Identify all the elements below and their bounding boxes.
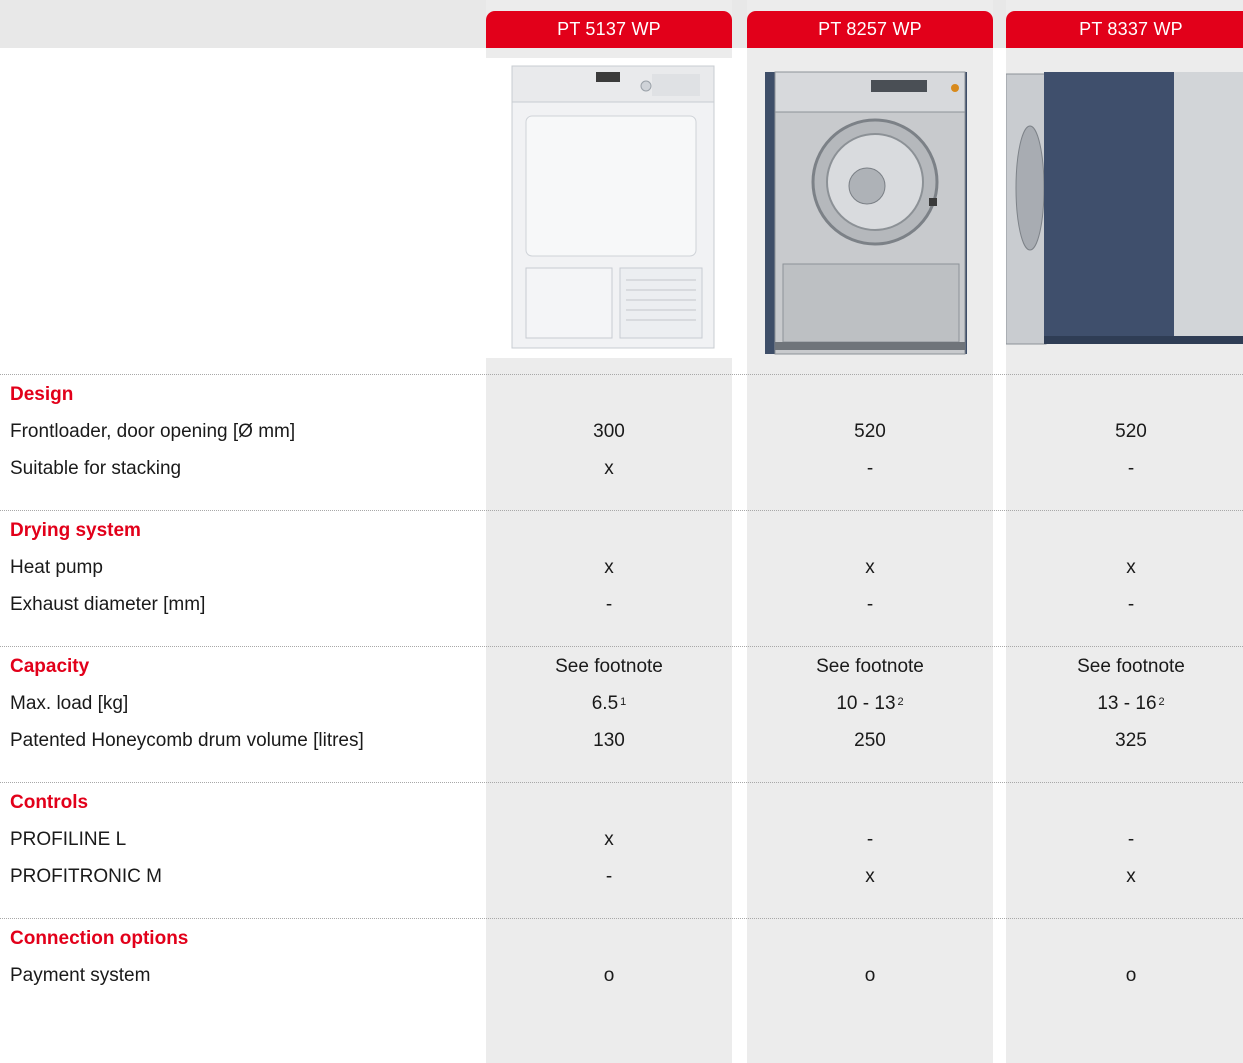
cell-value: -	[605, 866, 613, 887]
cell-value: 6.5 1	[486, 685, 732, 725]
cell-value: -	[1127, 458, 1135, 479]
divider	[0, 646, 1243, 647]
cell-value: -	[1127, 829, 1135, 850]
cell-value: 520	[1115, 421, 1147, 442]
cell-value: 300	[593, 421, 625, 442]
cell-value: See footnote	[816, 656, 924, 677]
value-text: 6.5	[591, 693, 619, 714]
cell-value: -	[1127, 594, 1135, 615]
value-text: 13 - 16	[1097, 693, 1157, 714]
cell-value: See footnote	[555, 656, 663, 677]
cell-value: x	[865, 866, 875, 887]
cell-value: -	[866, 458, 874, 479]
product-image-pt8337	[1006, 72, 1243, 345]
table-row: Payment system o o o	[0, 957, 1243, 994]
cell-value: x	[865, 557, 875, 578]
footnote-marker: 2	[897, 696, 904, 708]
divider	[0, 918, 1243, 919]
product-image-pt8257	[765, 71, 967, 355]
cell-value: x	[604, 829, 614, 850]
product-tab-1[interactable]: PT 5137 WP	[486, 11, 732, 48]
row-label: Suitable for stacking	[10, 458, 182, 479]
cell-value: o	[864, 965, 876, 986]
section-title: Drying system	[10, 520, 141, 541]
footnote-marker: 1	[620, 696, 627, 708]
table-row: PROFILINE L x - -	[0, 821, 1243, 858]
section-title: Capacity	[10, 656, 90, 677]
value-text: 10 - 13	[836, 693, 896, 714]
section-capacity: Capacity See footnote See footnote See f…	[0, 648, 1243, 685]
table-row: Max. load [kg] 6.5 1 10 - 13 2 13 - 16 2	[0, 685, 1243, 722]
section-controls: Controls	[0, 784, 1243, 821]
row-label: Heat pump	[10, 557, 103, 578]
product-tab-2[interactable]: PT 8257 WP	[747, 11, 993, 48]
divider	[0, 782, 1243, 783]
cell-value: -	[866, 829, 874, 850]
table-row: PROFITRONIC M - x x	[0, 858, 1243, 895]
cell-value: o	[1125, 965, 1137, 986]
cell-value: 13 - 16 2	[1006, 685, 1243, 725]
cell-value: 325	[1115, 730, 1147, 751]
product-tab-3[interactable]: PT 8337 WP	[1006, 11, 1243, 48]
row-label: Patented Honeycomb drum volume [litres]	[10, 730, 364, 751]
divider	[0, 510, 1243, 511]
section-connection-options: Connection options	[0, 920, 1243, 957]
cell-value: 520	[854, 421, 886, 442]
table-row: Suitable for stacking x - -	[0, 450, 1243, 487]
row-label: Frontloader, door opening [Ø mm]	[10, 421, 296, 442]
table-row: Patented Honeycomb drum volume [litres] …	[0, 722, 1243, 759]
cell-value: 130	[593, 730, 625, 751]
section-title: Connection options	[10, 928, 189, 949]
cell-value: x	[604, 458, 614, 479]
footnote-marker: 2	[1158, 696, 1165, 708]
divider	[0, 374, 1243, 375]
cell-value: o	[603, 965, 615, 986]
product-image-pt5137	[486, 58, 732, 358]
cell-value: 10 - 13 2	[747, 685, 993, 725]
cell-value: 250	[854, 730, 886, 751]
cell-value: See footnote	[1077, 656, 1185, 677]
table-row: Frontloader, door opening [Ø mm] 300 520…	[0, 413, 1243, 450]
cell-value: x	[1126, 866, 1136, 887]
cell-value: -	[866, 594, 874, 615]
cell-value: -	[605, 594, 613, 615]
table-row: Heat pump x x x	[0, 549, 1243, 586]
row-label: Exhaust diameter [mm]	[10, 594, 206, 615]
section-drying-system: Drying system	[0, 512, 1243, 549]
table-row: Exhaust diameter [mm] - - -	[0, 586, 1243, 623]
cell-value: x	[604, 557, 614, 578]
section-design: Design	[0, 376, 1243, 413]
cell-value: x	[1126, 557, 1136, 578]
row-label: Payment system	[10, 965, 151, 986]
row-label: Max. load [kg]	[10, 693, 129, 714]
row-label: PROFITRONIC M	[10, 866, 162, 887]
section-title: Controls	[10, 792, 89, 813]
row-label: PROFILINE L	[10, 829, 127, 850]
section-title: Design	[10, 384, 74, 405]
